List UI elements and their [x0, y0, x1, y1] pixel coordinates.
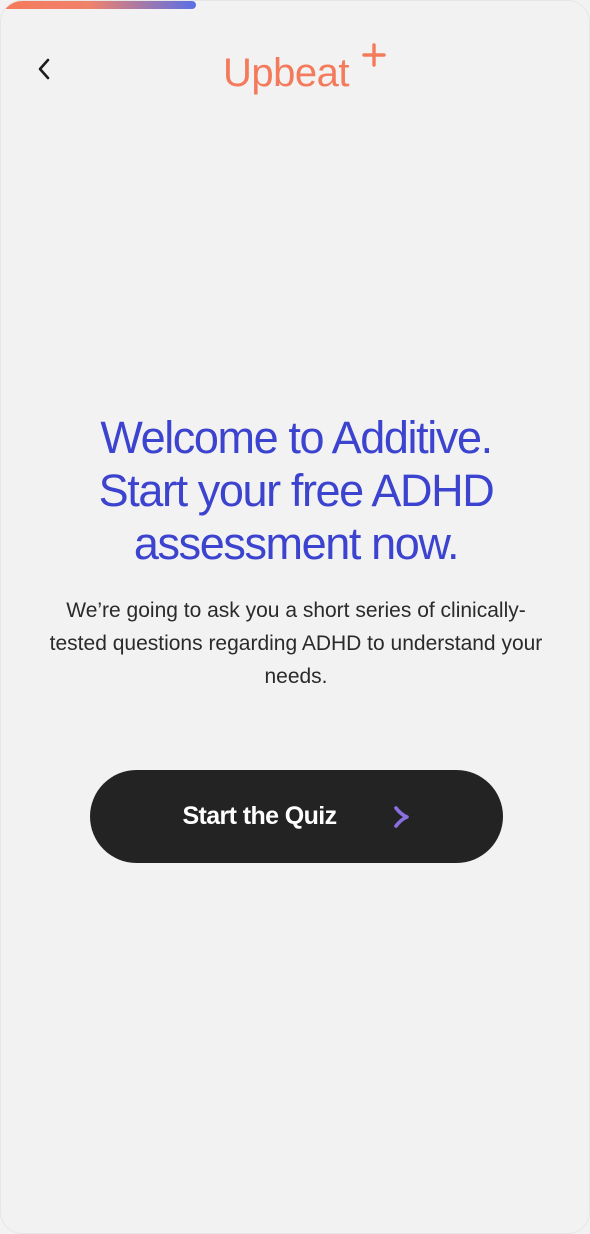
- headline-line-1: Welcome to Additive.: [100, 412, 493, 463]
- hero-section: Welcome to Additive. Start your free ADH…: [1, 411, 589, 693]
- app-screen: Upbeat Welcome to Additive. Start your f…: [0, 0, 590, 1234]
- logo: Upbeat: [223, 39, 393, 99]
- headline-line-2: Start your free ADHD: [98, 465, 495, 516]
- start-quiz-label: Start the Quiz: [182, 802, 337, 830]
- back-button[interactable]: [27, 51, 63, 87]
- headline-line-3: assessment now.: [133, 518, 460, 569]
- logo-text: Upbeat: [223, 51, 349, 95]
- progress-bar-fill: [1, 1, 196, 9]
- description-text: We’re going to ask you a short series of…: [49, 599, 543, 688]
- headline: Welcome to Additive. Start your free ADH…: [1, 411, 589, 570]
- progress-bar: [1, 1, 589, 9]
- plus-icon: [362, 43, 386, 67]
- start-quiz-button[interactable]: Start the Quiz: [90, 770, 503, 863]
- chevron-left-icon: [38, 58, 50, 80]
- arrow-right-icon: [356, 805, 409, 828]
